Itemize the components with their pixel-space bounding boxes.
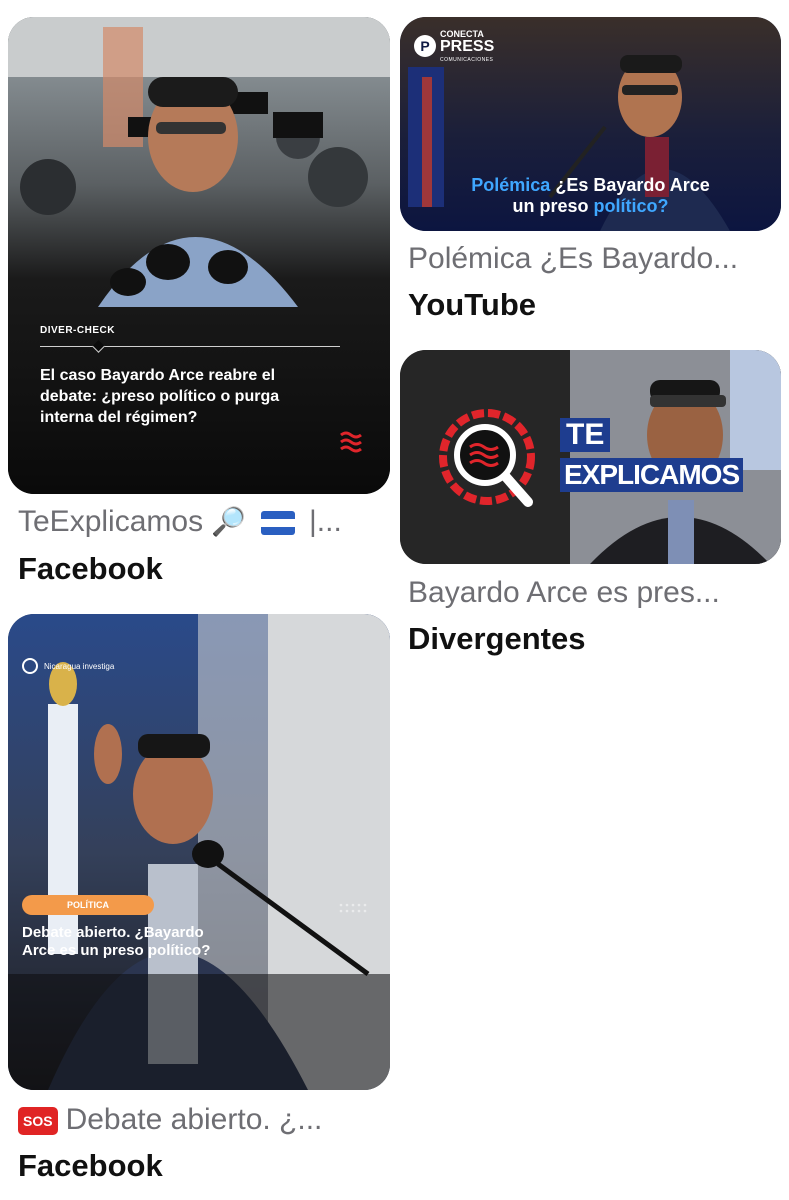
result-4-caption-text: Debate abierto. ¿...	[65, 1103, 323, 1136]
brand-text: Nicaragua investiga	[44, 661, 115, 671]
headline-line2: un preso	[512, 196, 589, 216]
result-2-source[interactable]: YouTube	[408, 287, 536, 323]
card-2-headline: Polémica ¿Es Bayardo Arce un preso polít…	[400, 175, 781, 217]
nicaragua-investiga-logo: Nicaragua investiga	[22, 658, 114, 674]
headline-line1-rest: ¿Es Bayardo Arce	[555, 175, 710, 195]
te-badge: TE	[560, 418, 611, 452]
result-card-3[interactable]: TE EXPLICAMOS	[400, 350, 781, 564]
result-3-caption[interactable]: Bayardo Arce es pres...	[408, 576, 780, 610]
nicaragua-flag-icon	[260, 511, 295, 536]
result-card-4[interactable]: Nicaragua investiga POLÍTICA Debate abie…	[8, 614, 390, 1090]
result-4-caption[interactable]: SOS Debate abierto. ¿...	[18, 1103, 378, 1137]
result-1-caption-suffix: |...	[308, 505, 342, 538]
result-1-source[interactable]: Facebook	[18, 551, 163, 587]
logo-sub: COMUNICACIONES	[440, 57, 494, 63]
divergentes-logo-icon	[340, 431, 362, 453]
result-card-1[interactable]: DIVER-CHECK El caso Bayardo Arce reabre …	[8, 17, 390, 494]
card-3-image	[400, 350, 781, 564]
conecta-press-logo-mark: P	[414, 35, 436, 57]
card-4-headline: Debate abierto. ¿Bayardo Arce es un pres…	[22, 924, 211, 959]
logo-main: PRESS	[440, 38, 495, 55]
result-2-caption[interactable]: Polémica ¿Es Bayardo...	[408, 242, 780, 276]
politica-pill: POLÍTICA	[22, 895, 154, 915]
sos-emoji-icon: SOS	[18, 1107, 58, 1136]
card-1-headline: El caso Bayardo Arce reabre el debate: ¿…	[40, 367, 280, 426]
result-1-caption-text: TeExplicamos	[18, 505, 204, 538]
headline-accent: Polémica	[471, 175, 551, 195]
headline-line2-accent: político?	[593, 196, 669, 216]
explicamos-badge: EXPLICAMOS	[560, 458, 744, 492]
result-card-2[interactable]: P CONECTA PRESS COMUNICACIONES Polémica …	[400, 17, 781, 231]
card-1-tag: DIVER-CHECK	[40, 325, 115, 336]
magnifier-emoji-icon: 🔎	[211, 506, 247, 537]
card-1-divider	[40, 346, 340, 347]
result-1-caption[interactable]: TeExplicamos 🔎 |...	[18, 505, 378, 539]
card-4-image	[8, 614, 390, 1090]
dots-grid-icon	[339, 903, 367, 913]
result-4-source[interactable]: Facebook	[18, 1148, 163, 1184]
result-3-source[interactable]: Divergentes	[408, 621, 585, 657]
nicaragua-investiga-logo-mark	[22, 658, 38, 674]
